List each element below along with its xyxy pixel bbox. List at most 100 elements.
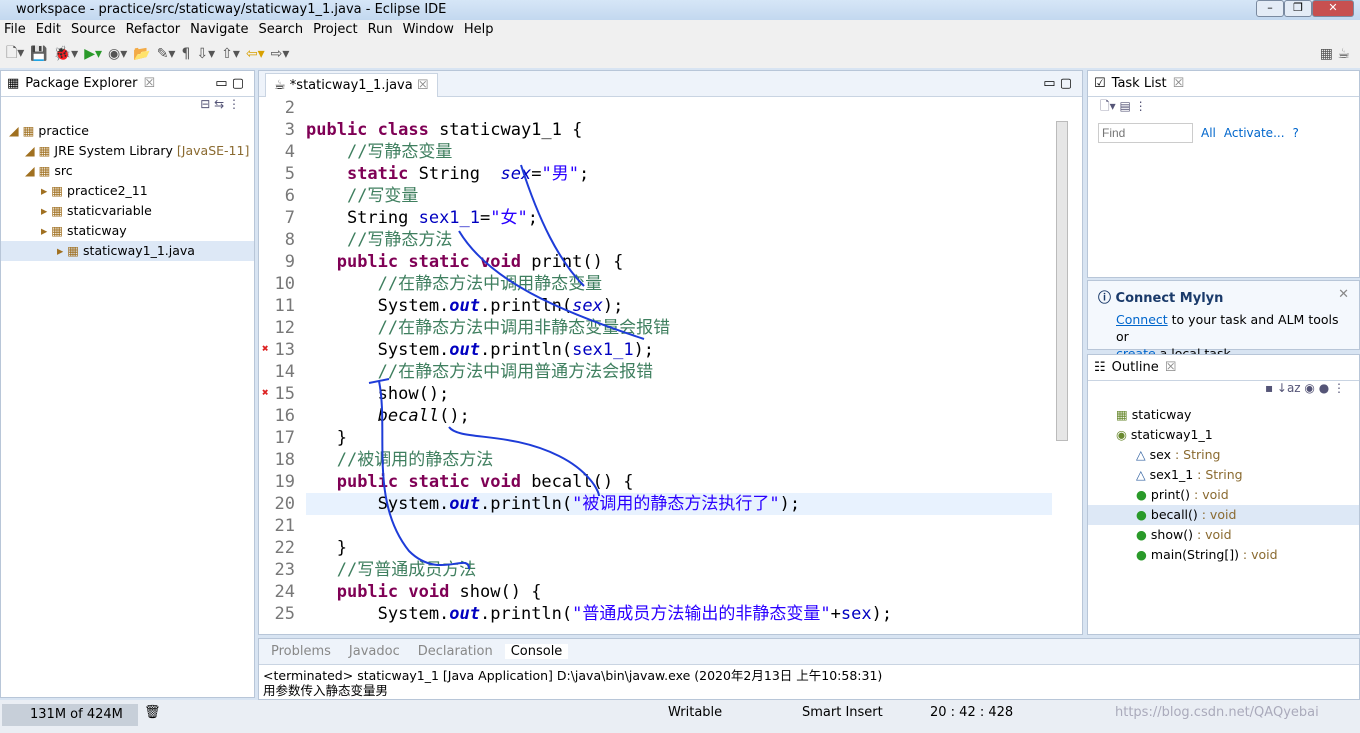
prev-annotation-icon[interactable]: ⇧▾ xyxy=(221,46,240,62)
pilcrow-icon[interactable]: ¶ xyxy=(181,46,190,62)
trash-icon[interactable]: 🗑 xyxy=(144,705,161,720)
outline-item-label: print() xyxy=(1150,487,1191,502)
outline-panel: ☷ Outline ☒ ▪ ↓az ◉ ● ⋮ ▦ staticway ◉ stati… xyxy=(1087,354,1360,635)
outline-item-label: sex xyxy=(1149,447,1171,462)
console-header: <terminated> staticway1_1 [Java Applicat… xyxy=(263,668,883,683)
outline-item[interactable]: ◉ staticway1_1 xyxy=(1088,425,1359,445)
task-list-icon: ☑ xyxy=(1094,76,1106,91)
tree-item[interactable]: ▸ ▦ staticvariable xyxy=(1,201,254,221)
menu-navigate[interactable]: Navigate xyxy=(190,22,248,38)
connect-link[interactable]: Connect xyxy=(1116,312,1168,327)
all-link[interactable]: All xyxy=(1201,126,1216,140)
minimize-maximize-icon[interactable]: ▭ ▢ xyxy=(215,76,244,91)
tree-item-label: staticway1_1.java xyxy=(83,243,195,258)
search-icon[interactable]: ✎▾ xyxy=(157,46,176,62)
tree-item[interactable]: ▸ ▦ staticway1_1.java xyxy=(1,241,254,261)
writable-status: Writable xyxy=(668,705,723,720)
menu-refactor[interactable]: Refactor xyxy=(126,22,181,38)
tree-item-label: practice xyxy=(38,123,89,138)
next-annotation-icon[interactable]: ⇩▾ xyxy=(196,46,215,62)
close-icon[interactable]: ☒ xyxy=(143,76,155,91)
tab-javadoc[interactable]: Javadoc xyxy=(343,644,406,659)
task-toolbar: 🗋▾ ▤ ⋮ xyxy=(1100,99,1147,113)
heap-status[interactable]: 131M of 424M xyxy=(2,704,138,726)
insert-mode-status: Smart Insert xyxy=(802,705,883,720)
find-input[interactable] xyxy=(1098,123,1193,143)
outline-item-label: main(String[]) xyxy=(1150,547,1239,562)
outline-item-label: show() xyxy=(1150,527,1193,542)
menu-search[interactable]: Search xyxy=(258,22,303,38)
debug-icon[interactable]: 🐞▾ xyxy=(54,46,78,62)
tab-declaration[interactable]: Declaration xyxy=(412,644,499,659)
tree-item[interactable]: ▸ ▦ practice2_11 xyxy=(1,181,254,201)
outline-item-label: sex1_1 xyxy=(1149,467,1194,482)
outline-item-type: : void xyxy=(1238,547,1278,562)
menu-help[interactable]: Help xyxy=(464,22,494,38)
tree-item[interactable]: ◢ ▦ JRE System Library [JavaSE-11] xyxy=(1,141,254,161)
package-explorer-tab[interactable]: Package Explorer xyxy=(25,76,137,91)
package-explorer-icon: ▦ xyxy=(7,76,20,91)
open-type-icon[interactable]: 📂 xyxy=(133,46,150,62)
toolbar: 🗋▾ 💾 🐞▾ ▶▾ ◉▾ 📂 ✎▾ ¶ ⇩▾ ⇧▾ ⇦▾ ⇨▾ ▦ ☕ xyxy=(0,40,1360,68)
tree-node-icon: ▸ ▦ xyxy=(41,183,64,198)
tree-node-icon: ▸ ▦ xyxy=(57,243,80,258)
outline-node-icon: ● xyxy=(1136,507,1147,522)
new-icon[interactable]: 🗋▾ xyxy=(6,42,24,66)
close-icon[interactable]: ☒ xyxy=(1165,360,1177,375)
tree-item[interactable]: ◢ ▦ practice xyxy=(1,121,254,141)
outline-item[interactable]: △ sex : String xyxy=(1088,445,1359,465)
task-list-tab[interactable]: Task List xyxy=(1112,76,1167,91)
menu-run[interactable]: Run xyxy=(368,22,393,38)
tree-node-icon: ▸ ▦ xyxy=(41,223,64,238)
watermark: https://blog.csdn.net/QAQyebai xyxy=(1115,705,1319,720)
menu-project[interactable]: Project xyxy=(313,22,357,38)
tree-node-icon: ◢ ▦ xyxy=(9,123,35,138)
close-icon[interactable]: ☒ xyxy=(1173,76,1185,91)
task-list-panel: ☑ Task List ☒ 🗋▾ ▤ ⋮ All Activate... ? xyxy=(1087,70,1360,278)
close-icon[interactable]: ✕ xyxy=(1338,287,1349,302)
run-icon[interactable]: ▶▾ xyxy=(84,46,102,62)
outline-item[interactable]: △ sex1_1 : String xyxy=(1088,465,1359,485)
close-button[interactable]: ✕ xyxy=(1312,0,1354,17)
activate-link[interactable]: Activate... xyxy=(1224,126,1285,140)
tree-item-label: staticvariable xyxy=(67,203,152,218)
tree-item-label: practice2_11 xyxy=(67,183,148,198)
menu-source[interactable]: Source xyxy=(71,22,116,38)
tree-item[interactable]: ◢ ▦ src xyxy=(1,161,254,181)
console-output: 用参数传入静态变量男 xyxy=(263,683,389,698)
outline-item[interactable]: ● print() : void xyxy=(1088,485,1359,505)
tree-item-label: JRE System Library xyxy=(54,143,173,158)
outline-item-type: : String xyxy=(1171,447,1221,462)
save-icon[interactable]: 💾 xyxy=(30,46,47,62)
outline-item-type: : void xyxy=(1197,507,1237,522)
outline-tab[interactable]: Outline xyxy=(1112,360,1159,375)
restore-button[interactable]: ❐ xyxy=(1284,0,1312,17)
menu-edit[interactable]: Edit xyxy=(36,22,61,38)
tree-item-label: staticway xyxy=(67,223,127,238)
outline-node-icon: △ xyxy=(1136,467,1146,482)
connect-mylyn-panel: ⓘ Connect Mylyn ✕ Connect to your task an… xyxy=(1087,280,1360,361)
outline-item[interactable]: ▦ staticway xyxy=(1088,405,1359,425)
outline-item[interactable]: ● show() : void xyxy=(1088,525,1359,545)
back-icon[interactable]: ⇦▾ xyxy=(246,46,265,62)
outline-item[interactable]: ● main(String[]) : void xyxy=(1088,545,1359,565)
tab-problems[interactable]: Problems xyxy=(265,644,337,659)
menu-window[interactable]: Window xyxy=(403,22,454,38)
perspective-icon[interactable]: ▦ ☕ xyxy=(1320,46,1350,62)
tree-item[interactable]: ▸ ▦ staticway xyxy=(1,221,254,241)
tab-console[interactable]: Console xyxy=(504,644,569,659)
outline-item-type: : void xyxy=(1190,487,1229,502)
cursor-position: 20 : 42 : 428 xyxy=(930,705,1014,720)
mylyn-title: Connect Mylyn xyxy=(1115,291,1224,306)
help-icon[interactable]: ? xyxy=(1293,126,1299,140)
coverage-icon[interactable]: ◉▾ xyxy=(108,46,127,62)
outline-item[interactable]: ● becall() : void xyxy=(1088,505,1359,525)
menu-file[interactable]: File xyxy=(4,22,26,38)
window-title: workspace - practice/src/staticway/stati… xyxy=(16,2,447,17)
console-panel: Problems Javadoc Declaration Console <termi… xyxy=(258,638,1360,700)
status-bar: 131M of 424M 🗑 Writable Smart Insert 20 … xyxy=(0,700,1360,733)
minimize-button[interactable]: – xyxy=(1256,0,1284,17)
tree-node-icon: ◢ ▦ xyxy=(25,143,51,158)
forward-icon[interactable]: ⇨▾ xyxy=(271,46,290,62)
outline-node-icon: ● xyxy=(1136,527,1147,542)
